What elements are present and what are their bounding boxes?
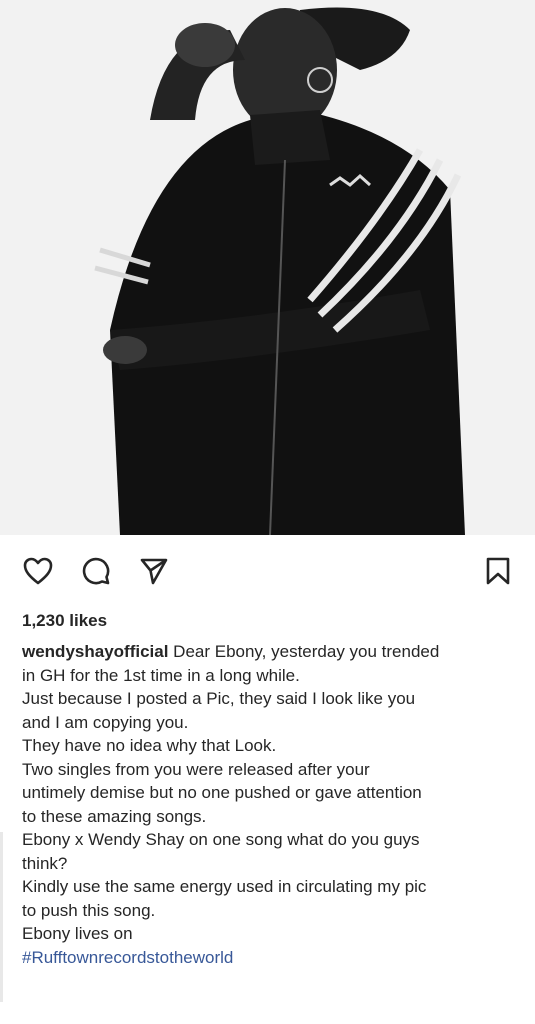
caption-line: in GH for the 1st time in a long while. [22,665,300,685]
caption-line: Just because I posted a Pic, they said I… [22,689,416,708]
caption-line: to these amazing songs. [22,806,207,826]
caption-line: Ebony x Wendy Shay on one song what do y… [22,830,420,849]
comment-button[interactable] [76,551,116,591]
caption-line: Ebony lives on [22,924,133,943]
edge-divider [0,832,3,1002]
caption-line: Two singles from you were released after… [22,759,370,779]
share-button[interactable] [134,551,174,591]
caption-username[interactable]: wendyshayofficial [22,642,168,661]
hashtag-link[interactable]: #Rufftownrecordstotheworld [22,948,233,967]
post-actions-bar [0,543,535,599]
caption-text: Dear Ebony, yesterday you trended [168,642,440,661]
caption-line: to push this song. [22,900,156,920]
like-button[interactable] [18,551,58,591]
caption-line: and I am copying you. [22,712,189,732]
caption-hashtag-line: #Rufftownrecordstotheworld [22,946,522,970]
post-photo[interactable] [0,0,535,535]
caption-line: They have no idea why that Look. [22,736,277,755]
post-photo-illustration [0,0,535,535]
heart-icon [23,557,53,585]
bookmark-icon [486,557,510,585]
comment-icon [82,557,110,585]
caption-line: Kindly use the same energy used in circu… [22,877,427,896]
post-caption: wendyshayofficial Dear Ebony, yesterday … [22,640,522,969]
paper-plane-icon [140,558,168,585]
save-button[interactable] [478,551,518,591]
caption-line: think? [22,853,68,873]
caption-line: untimely demise but no one pushed or gav… [22,783,422,802]
like-count[interactable]: 1,230 likes [22,611,107,631]
caption-line: wendyshayofficial Dear Ebony, yesterday … [22,640,522,664]
